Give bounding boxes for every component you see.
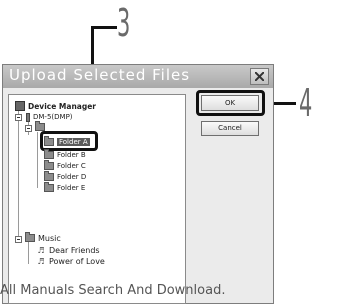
tree-node-device[interactable]: DM-5(DMP) xyxy=(26,112,73,122)
expand-device-toggle[interactable] xyxy=(15,114,22,121)
recorder-icon xyxy=(26,112,30,122)
callout-number-3: 3 xyxy=(117,1,131,45)
callout-number-4: 4 xyxy=(299,81,313,125)
folder-b-label: Folder B xyxy=(57,151,86,159)
tree-node-folder-c[interactable]: Folder C xyxy=(44,160,86,171)
ok-button-highlight xyxy=(196,90,265,116)
tree-node-music[interactable]: Music xyxy=(25,232,61,243)
device-label: DM-5(DMP) xyxy=(33,113,73,121)
device-manager-icon xyxy=(15,101,25,111)
device-manager-label: Device Manager xyxy=(28,101,96,111)
close-button[interactable] xyxy=(250,68,269,85)
folder-icon xyxy=(44,171,54,181)
tree-node-folder-e[interactable]: Folder E xyxy=(44,182,86,193)
music-note-icon: ♬ xyxy=(37,256,45,266)
tree-node-folder-b[interactable]: Folder B xyxy=(44,149,86,160)
recorder-folder-icon xyxy=(35,121,45,131)
cancel-button[interactable]: Cancel xyxy=(201,121,259,136)
tree-node-song-power-of-love[interactable]: ♬ Power of Love xyxy=(36,256,105,266)
tree-node-folder-d[interactable]: Folder D xyxy=(44,171,87,182)
folder-icon xyxy=(44,149,54,159)
folder-icon xyxy=(44,182,54,192)
tree-node-song-dear-friends[interactable]: ♬ Dear Friends xyxy=(36,245,100,255)
folder-d-label: Folder D xyxy=(57,173,87,181)
tree-node-device-manager[interactable]: Device Manager xyxy=(15,101,96,111)
dialog-titlebar[interactable]: Upload Selected Files xyxy=(3,65,273,88)
folder-e-label: Folder E xyxy=(57,184,86,192)
upload-dialog: Upload Selected Files Device Manager DM-… xyxy=(2,64,274,304)
folder-a-highlight xyxy=(40,131,98,151)
song-label: Power of Love xyxy=(49,256,105,266)
song-label: Dear Friends xyxy=(49,245,100,255)
folder-tree[interactable]: Device Manager DM-5(DMP) Folder A Folder… xyxy=(8,94,186,304)
dialog-title: Upload Selected Files xyxy=(9,66,191,84)
expand-recorder-toggle[interactable] xyxy=(25,125,32,132)
close-icon xyxy=(255,72,264,81)
page-caption: All Manuals Search And Download. xyxy=(0,283,226,298)
music-note-icon: ♬ xyxy=(37,245,45,255)
callout-3-leader-horizontal xyxy=(91,26,117,29)
music-folder-icon xyxy=(25,232,35,242)
folder-icon xyxy=(44,160,54,170)
expand-music-toggle[interactable] xyxy=(15,236,22,243)
folder-c-label: Folder C xyxy=(57,162,86,170)
music-label: Music xyxy=(38,233,61,243)
